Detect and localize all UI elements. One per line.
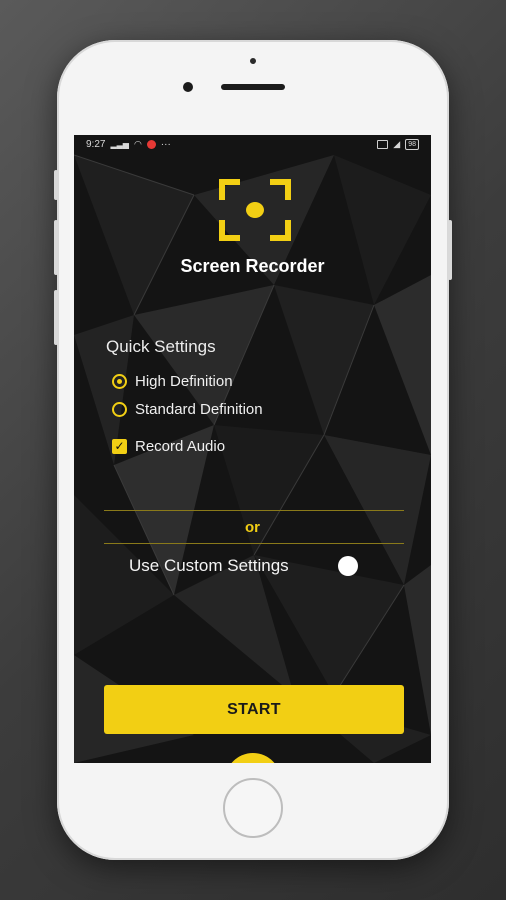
mute-switch: [54, 170, 58, 200]
high-definition-label: High Definition: [135, 373, 233, 390]
status-time: 9:27: [86, 138, 106, 150]
radio-unselected-icon[interactable]: [112, 402, 127, 417]
wifi-icon: ◠: [133, 138, 142, 149]
earpiece-speaker: [221, 84, 285, 90]
proximity-sensor: [250, 58, 256, 64]
vibrate-icon: [377, 139, 389, 149]
phone-frame: 9:27 ▂▃▅ ◠ ··· ◢ 98 Screen Recorder Quic…: [54, 40, 452, 860]
radio-selected-icon[interactable]: [112, 374, 127, 389]
high-definition-option[interactable]: High Definition: [112, 373, 233, 390]
checkbox-checked-icon[interactable]: ✓: [112, 439, 127, 454]
front-camera: [183, 82, 193, 92]
home-button[interactable]: [223, 778, 283, 838]
custom-settings-label: Use Custom Settings: [129, 556, 289, 575]
volume-down-button: [54, 290, 58, 345]
custom-settings-toggle[interactable]: [338, 556, 358, 576]
or-separator: or: [245, 519, 260, 536]
record-audio-option[interactable]: ✓ Record Audio: [112, 438, 225, 455]
divider-bottom: [104, 543, 404, 544]
record-audio-label: Record Audio: [135, 438, 226, 455]
more-notifications-icon: ···: [160, 138, 171, 150]
volume-up-button: [54, 220, 58, 275]
screen-recorder-logo-icon: [219, 179, 291, 241]
app-title: Screen Recorder: [180, 256, 325, 276]
network-icon: ◢: [393, 138, 401, 149]
power-button: [448, 220, 452, 280]
standard-definition-label: Standard Definition: [135, 401, 263, 418]
standard-definition-option[interactable]: Standard Definition: [112, 401, 263, 418]
battery-icon: 98: [405, 138, 419, 150]
divider-top: [104, 510, 404, 511]
quick-settings-title: Quick Settings: [106, 337, 216, 356]
recording-notification-icon: [146, 139, 156, 149]
app-screen: 9:27 ▂▃▅ ◠ ··· ◢ 98 Screen Recorder Quic…: [74, 135, 431, 763]
start-button[interactable]: START: [104, 685, 404, 734]
signal-icon: ▂▃▅: [110, 139, 129, 149]
status-bar: 9:27 ▂▃▅ ◠ ··· ◢ 98: [74, 135, 431, 153]
